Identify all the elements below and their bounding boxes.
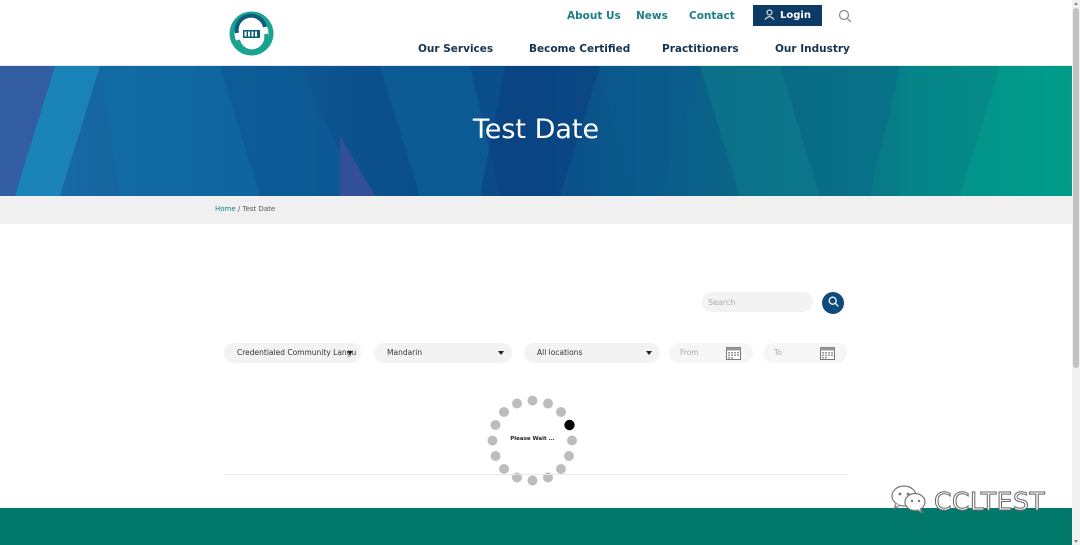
chevron-down-icon xyxy=(646,351,652,355)
user-icon xyxy=(764,9,775,23)
calendar-icon[interactable] xyxy=(820,346,835,360)
search-button[interactable] xyxy=(822,292,844,314)
search-icon xyxy=(828,294,839,312)
divider xyxy=(224,474,847,475)
naati-logo[interactable] xyxy=(229,11,274,56)
calendar-icon[interactable] xyxy=(726,346,741,360)
nav-about-us[interactable]: About Us xyxy=(567,10,621,22)
nav-news[interactable]: News xyxy=(636,10,668,22)
site-header: About Us News Contact Login Our Services… xyxy=(0,0,1072,66)
nav-our-services[interactable]: Our Services xyxy=(418,43,493,55)
scroll-down-arrow-icon[interactable] xyxy=(1074,540,1078,543)
page: About Us News Contact Login Our Services… xyxy=(0,0,1080,545)
scrollbar-thumb[interactable] xyxy=(1073,8,1079,368)
nav-contact[interactable]: Contact xyxy=(689,10,735,22)
chevron-down-icon xyxy=(498,351,504,355)
loading-text: Please Wait ... xyxy=(510,436,555,442)
watermark: CCLTEST xyxy=(890,484,1045,519)
language-select[interactable]: Mandarin xyxy=(374,343,512,363)
search-input[interactable] xyxy=(702,292,813,312)
test-type-value: Credentialed Community Langu xyxy=(237,348,357,357)
scrollbar[interactable] xyxy=(1072,0,1080,545)
to-placeholder: To xyxy=(774,348,782,357)
from-placeholder: From xyxy=(680,348,699,357)
wechat-icon xyxy=(890,484,928,519)
chevron-down-icon xyxy=(347,351,353,355)
language-value: Mandarin xyxy=(387,348,423,357)
test-type-select[interactable]: Credentialed Community Langu xyxy=(224,343,361,363)
to-date-field[interactable]: To xyxy=(763,343,847,363)
breadcrumb-bar: Home / Test Date xyxy=(0,196,1072,224)
login-label: Login xyxy=(780,10,811,21)
location-value: All locations xyxy=(537,348,583,357)
search-icon[interactable] xyxy=(838,9,852,23)
nav-practitioners[interactable]: Practitioners xyxy=(662,43,739,55)
login-button[interactable]: Login xyxy=(753,5,822,26)
watermark-text: CCLTEST xyxy=(933,487,1046,517)
page-title: Test Date xyxy=(472,114,600,145)
breadcrumb-current: Test Date xyxy=(242,205,276,213)
scroll-up-arrow-icon[interactable] xyxy=(1074,2,1078,5)
breadcrumb-home[interactable]: Home xyxy=(215,205,236,213)
from-date-field[interactable]: From xyxy=(669,343,753,363)
hero-banner: Test Date xyxy=(0,66,1072,196)
nav-our-industry[interactable]: Our Industry xyxy=(775,43,850,55)
breadcrumb: Home / Test Date xyxy=(215,205,275,213)
nav-become-certified[interactable]: Become Certified xyxy=(529,43,630,55)
location-select[interactable]: All locations xyxy=(524,343,660,363)
